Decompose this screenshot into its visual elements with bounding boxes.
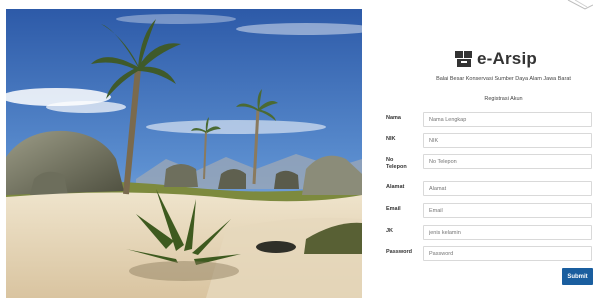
archive-box-icon (454, 50, 474, 68)
nama-input[interactable] (423, 112, 592, 127)
field-label-email: Email (386, 206, 401, 212)
submit-button[interactable]: Submit (562, 268, 593, 285)
field-label-password: Password (386, 249, 412, 255)
app-title: e-Arsip (477, 49, 537, 68)
hero-image (6, 9, 362, 298)
organization-name: Balai Besar Konservasi Sumber Daya Alam … (436, 76, 571, 82)
form-row-email: Email (386, 203, 593, 218)
form-title: Registrasi Akun (484, 96, 523, 102)
form-row-alamat: Alamat (386, 181, 593, 196)
telepon-input[interactable] (423, 154, 592, 169)
field-label-jk: JK (386, 228, 394, 234)
field-label-nama: Nama (386, 115, 401, 121)
brand: e-Arsip (454, 47, 537, 71)
field-label-nik: NIK (386, 136, 396, 142)
password-input[interactable] (423, 246, 592, 261)
form-row-telepon: No Telepon (386, 154, 593, 171)
jenis-kelamin-input[interactable] (423, 225, 592, 240)
form-row-jk: JK (386, 225, 593, 240)
form-row-password: Password (386, 246, 593, 261)
nik-input[interactable] (423, 133, 592, 148)
form-row-nik: NIK (386, 133, 593, 148)
field-label-telepon: No Telepon (386, 157, 407, 170)
corner-decoration (567, 0, 593, 10)
field-label-alamat: Alamat (386, 184, 405, 190)
registration-panel: e-Arsip Balai Besar Konservasi Sumber Da… (362, 0, 593, 298)
email-input[interactable] (423, 203, 592, 218)
form-row-nama: Nama (386, 112, 593, 127)
alamat-input[interactable] (423, 181, 592, 196)
